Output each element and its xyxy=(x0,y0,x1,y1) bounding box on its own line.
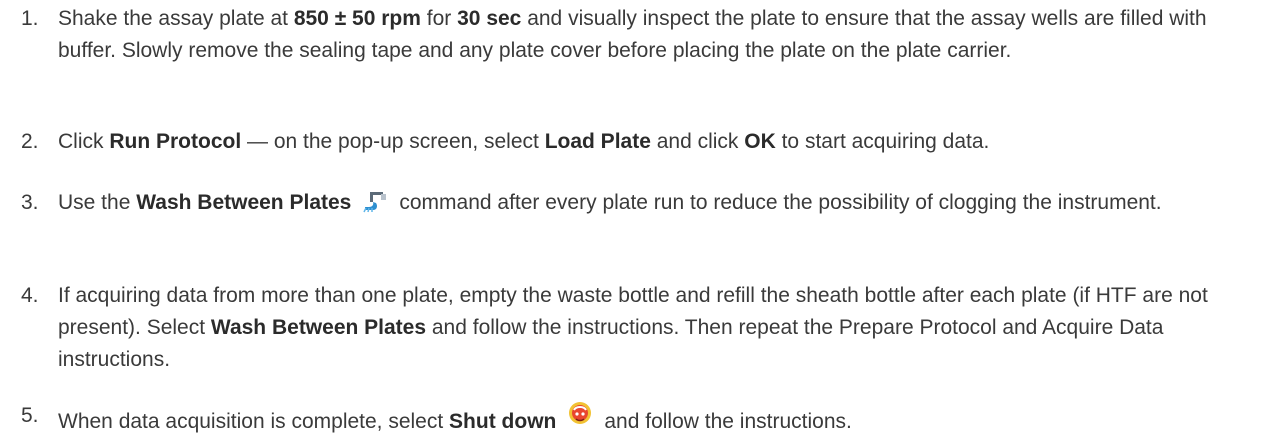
step-number: 1. xyxy=(21,7,39,30)
text-run: and follow the instructions. xyxy=(604,410,852,433)
command-run-protocol: Run Protocol xyxy=(109,130,242,153)
command-wash-between-plates: Wash Between Plates xyxy=(136,191,352,214)
text-run: Use the xyxy=(58,191,137,214)
shut-down-icon xyxy=(566,400,594,426)
text-run: to start acquiring data. xyxy=(775,130,990,153)
text-run: Shake the assay plate at xyxy=(58,7,294,30)
bold-value-rpm: 850 ± 50 rpm xyxy=(293,7,421,30)
bold-value-duration: 30 sec xyxy=(457,7,522,30)
step-number: 5. xyxy=(21,404,39,427)
step-text: Use the Wash Between Plates command afte… xyxy=(58,187,1253,219)
text-run: and click xyxy=(650,130,745,153)
step-number: 2. xyxy=(21,130,39,153)
command-wash-between-plates: Wash Between Plates xyxy=(210,316,427,339)
text-run: command after every plate run to reduce … xyxy=(399,191,1162,214)
step-number: 3. xyxy=(21,191,39,214)
wash-between-plates-icon xyxy=(361,189,390,213)
command-shut-down: Shut down xyxy=(449,410,557,433)
text-run: Click xyxy=(58,130,110,153)
step-number: 4. xyxy=(21,284,39,307)
step-text: If acquiring data from more than one pla… xyxy=(58,280,1253,376)
step-text: Click Run Protocol — on the pop-up scree… xyxy=(58,126,1253,158)
text-run: When data acquisition is complete, selec… xyxy=(58,410,450,433)
text-run: for xyxy=(420,7,458,30)
command-load-plate: Load Plate xyxy=(544,130,651,153)
step-text: Shake the assay plate at 850 ± 50 rpm fo… xyxy=(58,3,1253,67)
step-text: When data acquisition is complete, selec… xyxy=(58,400,1253,438)
text-run: — on the pop-up screen, select xyxy=(241,130,545,153)
command-ok: OK xyxy=(744,130,776,153)
